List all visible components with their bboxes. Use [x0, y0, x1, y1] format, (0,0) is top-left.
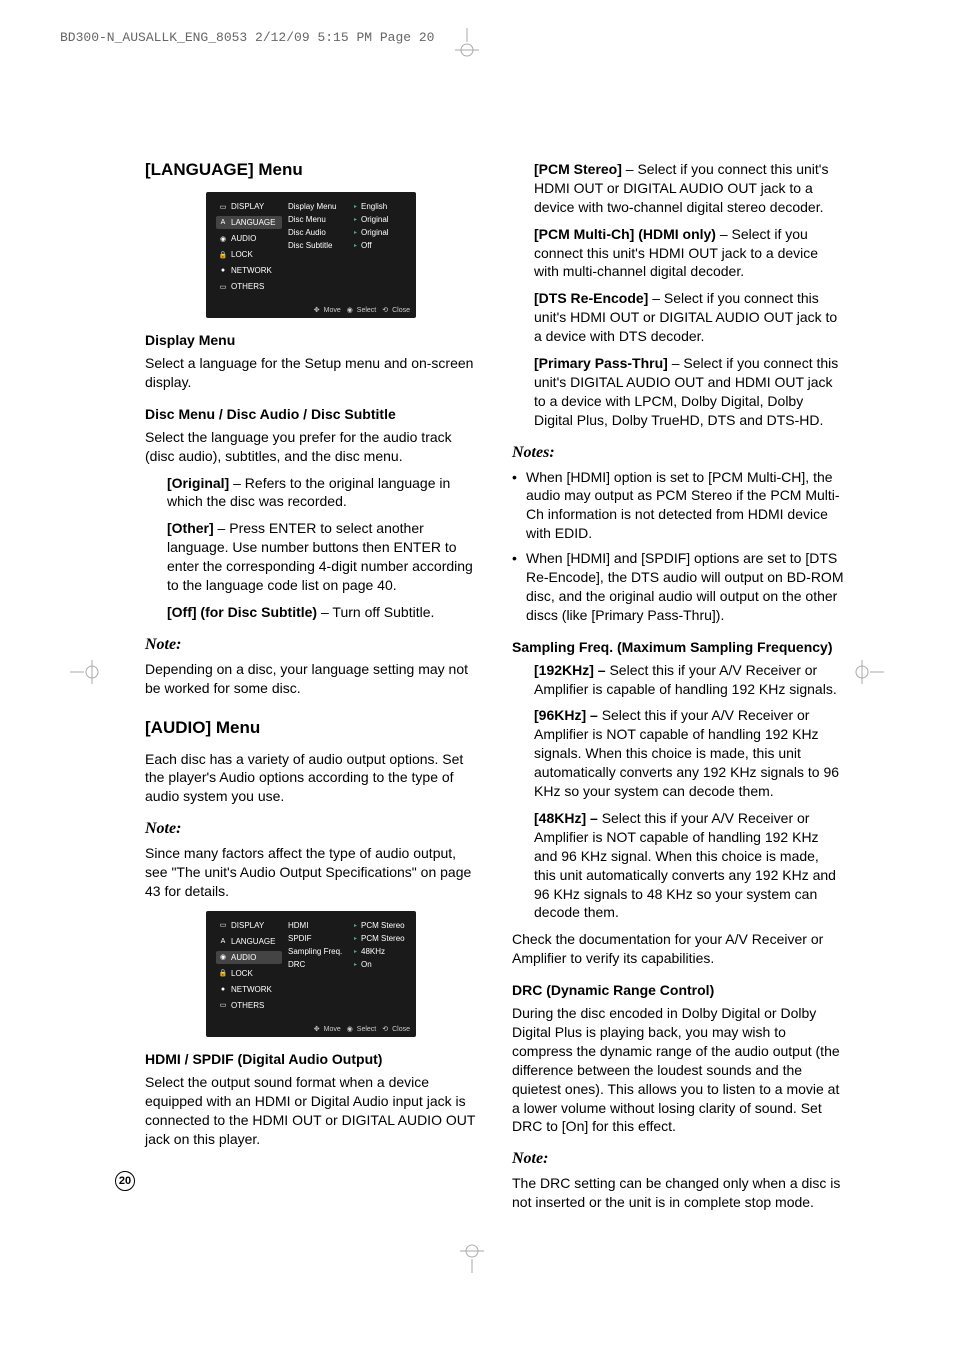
chevron-right-icon: ▸ — [354, 203, 357, 210]
note-heading: Note: — [145, 820, 477, 838]
others-icon: ▭ — [218, 1001, 228, 1009]
crop-mark-right — [854, 660, 884, 687]
audio-icon: ◉ — [218, 953, 228, 961]
option-pcm-stereo: [PCM Stereo] – Select if you connect thi… — [534, 160, 844, 217]
display-icon: ▭ — [218, 921, 228, 929]
menu-footer: ✥Move ◉Select ⟲Close — [212, 306, 410, 314]
lock-icon: 🔒 — [218, 969, 228, 977]
page-content: [LANGUAGE] Menu ▭DISPLAY ALANGUAGE ◉AUDI… — [145, 160, 844, 1220]
drc-heading: DRC (Dynamic Range Control) — [512, 982, 844, 998]
language-menu-screenshot: ▭DISPLAY ALANGUAGE ◉AUDIO 🔒LOCK ●NETWORK… — [206, 192, 416, 318]
list-item: When [HDMI] and [SPDIF] options are set … — [512, 549, 844, 625]
mid-label: Display Menu — [288, 200, 352, 213]
right-val: Original — [361, 228, 389, 237]
body-text: Each disc has a variety of audio output … — [145, 750, 477, 807]
option-primary: [Primary Pass-Thru] – Select if you conn… — [534, 354, 844, 430]
side-label: LANGUAGE — [231, 937, 275, 946]
crop-mark-left — [70, 660, 100, 687]
body-text: Select the output sound format when a de… — [145, 1073, 477, 1149]
right-val: PCM Stereo — [361, 921, 405, 930]
sampling-freq-heading: Sampling Freq. (Maximum Sampling Frequen… — [512, 639, 844, 655]
left-column: [LANGUAGE] Menu ▭DISPLAY ALANGUAGE ◉AUDI… — [145, 160, 477, 1220]
mid-label: Disc Menu — [288, 213, 352, 226]
chevron-right-icon: ▸ — [354, 922, 357, 929]
lock-icon: 🔒 — [218, 251, 228, 259]
option-dts: [DTS Re-Encode] – Select if you connect … — [534, 289, 844, 346]
display-icon: ▭ — [218, 203, 228, 211]
body-text: Select the language you prefer for the a… — [145, 428, 477, 466]
side-label: OTHERS — [231, 1001, 264, 1010]
side-label: OTHERS — [231, 282, 264, 291]
mid-label: HDMI — [288, 919, 352, 932]
notes-heading: Notes: — [512, 444, 844, 462]
right-val: 48KHz — [361, 947, 385, 956]
option-pcm-multi: [PCM Multi-Ch] (HDMI only) – Select if y… — [534, 225, 844, 282]
right-val: PCM Stereo — [361, 934, 405, 943]
language-icon: A — [218, 219, 228, 227]
body-text: Depending on a disc, your language setti… — [145, 660, 477, 698]
display-menu-heading: Display Menu — [145, 332, 477, 348]
body-text: Check the documentation for your A/V Rec… — [512, 930, 844, 968]
audio-menu-heading: [AUDIO] Menu — [145, 718, 477, 738]
right-val: Off — [361, 241, 372, 250]
network-icon: ● — [218, 267, 228, 275]
notes-list: When [HDMI] option is set to [PCM Multi-… — [512, 468, 844, 625]
right-val: Original — [361, 215, 389, 224]
chevron-right-icon: ▸ — [354, 229, 357, 236]
side-label: AUDIO — [231, 234, 256, 243]
audio-menu-screenshot: ▭DISPLAY ALANGUAGE ◉AUDIO 🔒LOCK ●NETWORK… — [206, 911, 416, 1037]
option-other: [Other] – Press ENTER to select another … — [167, 519, 477, 595]
body-text: Since many factors affect the type of au… — [145, 844, 477, 901]
body-text: During the disc encoded in Dolby Digital… — [512, 1004, 844, 1136]
side-label: NETWORK — [231, 266, 272, 275]
mid-label: Disc Subtitle — [288, 239, 352, 252]
mid-label: Sampling Freq. — [288, 945, 352, 958]
pdf-header: BD300-N_AUSALLK_ENG_8053 2/12/09 5:15 PM… — [60, 30, 434, 45]
option-96khz: [96KHz] – Select this if your A/V Receiv… — [534, 706, 844, 800]
chevron-right-icon: ▸ — [354, 242, 357, 249]
audio-icon: ◉ — [218, 235, 228, 243]
list-item: When [HDMI] option is set to [PCM Multi-… — [512, 468, 844, 544]
right-val: English — [361, 202, 387, 211]
body-text: Select a language for the Setup menu and… — [145, 354, 477, 392]
note-heading: Note: — [145, 636, 477, 654]
chevron-right-icon: ▸ — [354, 948, 357, 955]
crop-mark-top — [455, 28, 479, 61]
right-val: On — [361, 960, 372, 969]
language-menu-heading: [LANGUAGE] Menu — [145, 160, 477, 180]
option-off: [Off] (for Disc Subtitle) – Turn off Sub… — [167, 603, 477, 622]
body-text: The DRC setting can be changed only when… — [512, 1174, 844, 1212]
side-label: LANGUAGE — [231, 218, 275, 227]
chevron-right-icon: ▸ — [354, 216, 357, 223]
language-icon: A — [218, 937, 228, 945]
side-label: LOCK — [231, 969, 253, 978]
mid-label: Disc Audio — [288, 226, 352, 239]
crop-mark-bottom — [460, 1243, 484, 1276]
note-heading: Note: — [512, 1150, 844, 1168]
side-label: DISPLAY — [231, 202, 264, 211]
network-icon: ● — [218, 985, 228, 993]
side-label: NETWORK — [231, 985, 272, 994]
option-original: [Original] – Refers to the original lang… — [167, 474, 477, 512]
chevron-right-icon: ▸ — [354, 961, 357, 968]
mid-label: SPDIF — [288, 932, 352, 945]
chevron-right-icon: ▸ — [354, 935, 357, 942]
side-label: AUDIO — [231, 953, 256, 962]
option-48khz: [48KHz] – Select this if your A/V Receiv… — [534, 809, 844, 922]
side-label: DISPLAY — [231, 921, 264, 930]
page-number: 20 — [115, 1171, 135, 1191]
option-192khz: [192KHz] – Select this if your A/V Recei… — [534, 661, 844, 699]
disc-menu-heading: Disc Menu / Disc Audio / Disc Subtitle — [145, 406, 477, 422]
side-label: LOCK — [231, 250, 253, 259]
hdmi-spdif-heading: HDMI / SPDIF (Digital Audio Output) — [145, 1051, 477, 1067]
right-column: [PCM Stereo] – Select if you connect thi… — [512, 160, 844, 1220]
mid-label: DRC — [288, 958, 352, 971]
menu-footer: ✥Move ◉Select ⟲Close — [212, 1025, 410, 1033]
others-icon: ▭ — [218, 283, 228, 291]
